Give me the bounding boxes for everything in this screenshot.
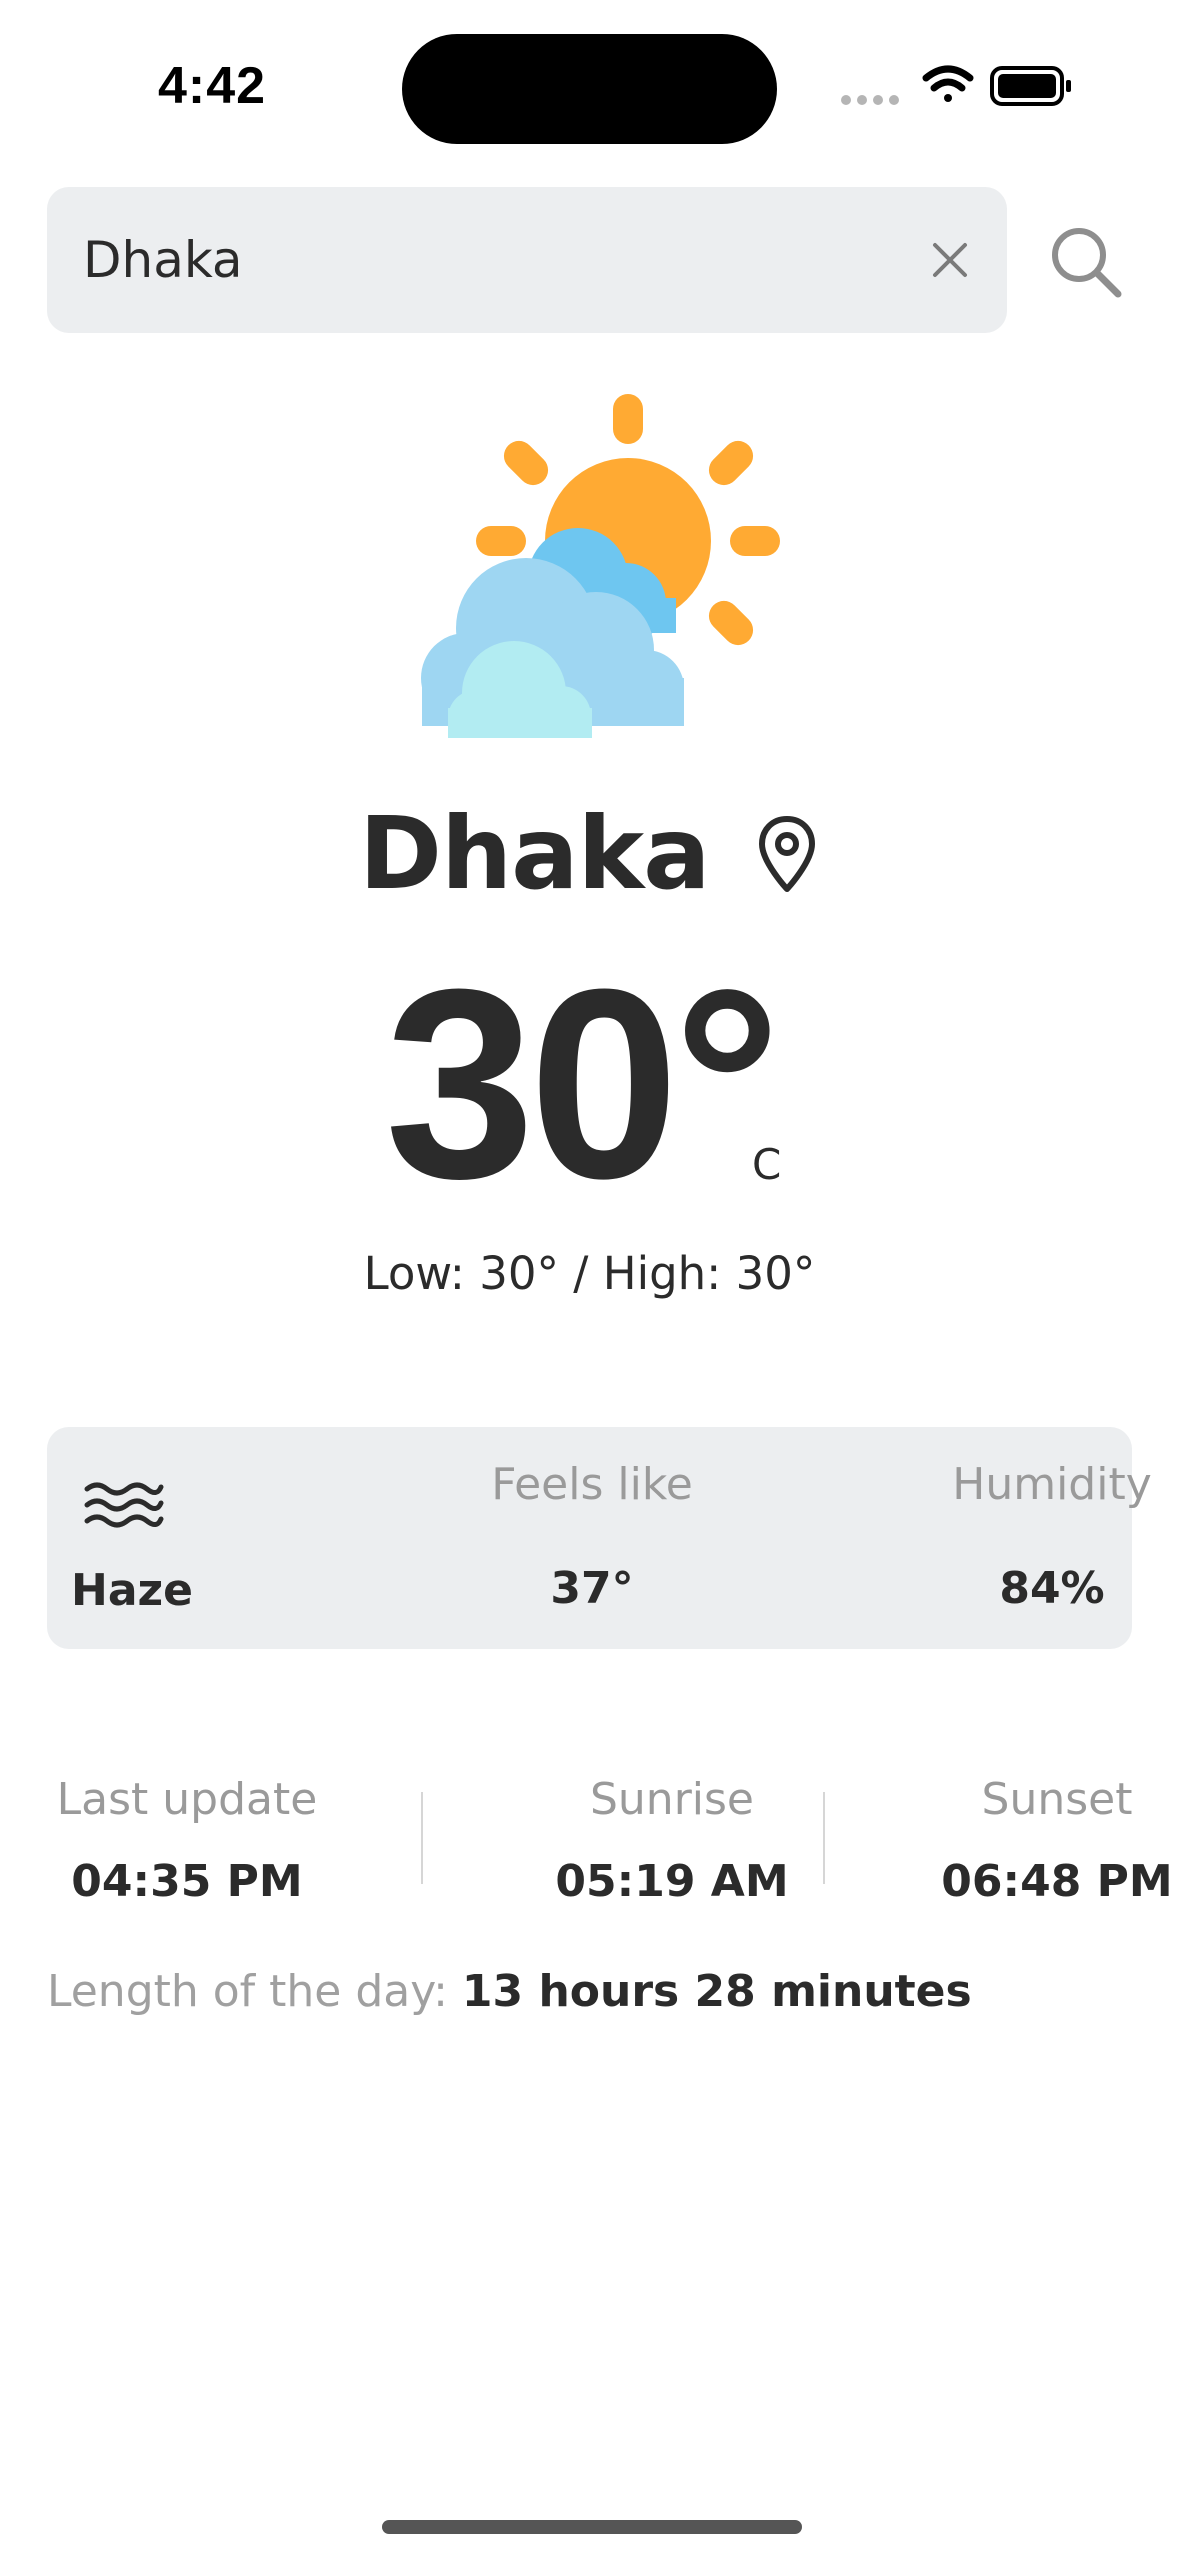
- low-high-temperature: Low: 30° / High: 30°: [363, 1247, 816, 1300]
- sunset-label: Sunset: [981, 1774, 1133, 1825]
- day-length-label: Length of the day:: [47, 1966, 462, 2017]
- condition-label: Haze: [71, 1565, 193, 1616]
- feels-like-value: 37°: [550, 1563, 634, 1614]
- wifi-icon: [922, 65, 974, 102]
- sun-info-row: Last update 04:35 PM Sunrise 05:19 AM Su…: [47, 1770, 1173, 1930]
- search-input[interactable]: [83, 187, 863, 333]
- sunset-value: 06:48 PM: [941, 1856, 1173, 1907]
- day-length-value: 13 hours 28 minutes: [461, 1966, 972, 2017]
- divider: [823, 1792, 825, 1884]
- feels-like-label: Feels like: [491, 1459, 693, 1510]
- humidity-value: 84%: [999, 1563, 1105, 1614]
- temperature-value: 30°: [384, 934, 781, 1235]
- sun-behind-clouds-icon: [421, 394, 780, 738]
- sunset-stat: Sunset 06:48 PM: [877, 1770, 1179, 1907]
- sunrise-label: Sunrise: [589, 1774, 754, 1825]
- divider: [421, 1792, 423, 1884]
- humidity-stat: Humidity 84%: [877, 1455, 1179, 1614]
- city-name: Dhaka: [358, 795, 711, 912]
- signal-icon: [841, 95, 899, 105]
- status-icons: [841, 65, 1071, 106]
- home-indicator[interactable]: [382, 2520, 802, 2534]
- search-box: [47, 187, 1007, 333]
- last-update-label: Last update: [56, 1774, 318, 1825]
- sunrise-stat: Sunrise 05:19 AM: [477, 1770, 867, 1907]
- feels-like-stat: Feels like 37°: [387, 1455, 797, 1614]
- humidity-label: Humidity: [952, 1459, 1152, 1510]
- battery-icon: [990, 66, 1071, 106]
- details-card: Haze Feels like 37° Humidity 84%: [47, 1427, 1152, 1649]
- dynamic-island: [402, 34, 777, 144]
- search-icon[interactable]: [1046, 222, 1126, 302]
- location-pin-icon[interactable]: [754, 813, 820, 895]
- haze-icon: [84, 1482, 164, 1528]
- sunrise-value: 05:19 AM: [555, 1856, 789, 1907]
- day-length: Length of the day: 13 hours 28 minutes: [47, 1966, 972, 2017]
- last-update-value: 04:35 PM: [71, 1856, 303, 1907]
- city-row: Dhaka: [0, 795, 1179, 925]
- status-time: 4:42: [158, 57, 267, 115]
- temperature-unit: C: [752, 1140, 782, 1189]
- last-update-stat: Last update 04:35 PM: [47, 1770, 327, 1907]
- close-icon[interactable]: [917, 227, 983, 293]
